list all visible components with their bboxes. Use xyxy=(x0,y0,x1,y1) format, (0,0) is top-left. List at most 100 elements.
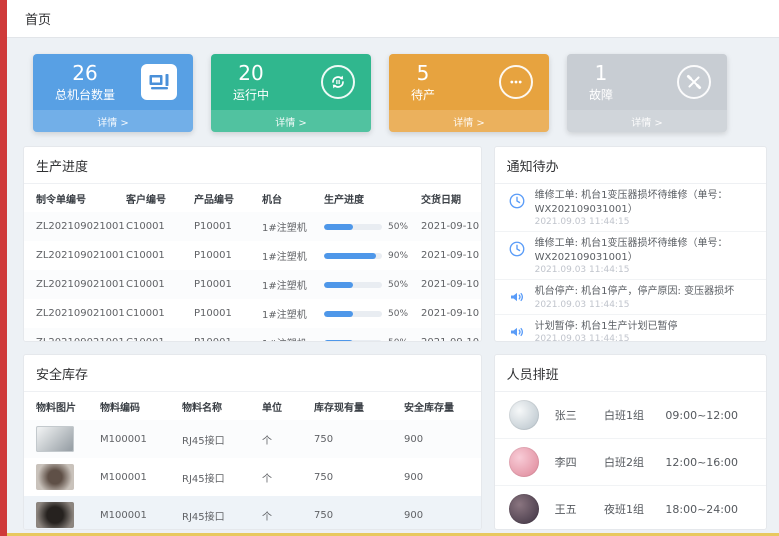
panel-title: 安全库存 xyxy=(24,355,481,392)
cell-date: 2021-09-10 xyxy=(417,328,482,342)
cell-product: P10001 xyxy=(190,241,258,270)
table-row[interactable]: ZL202109021001 C10001 P10001 1#注塑机 50% 2… xyxy=(24,299,482,328)
stat-cards: 26 总机台数量 详情 > xyxy=(23,52,767,132)
card-detail-link[interactable]: 详情 > xyxy=(33,110,193,132)
table-row[interactable]: ZL202109021001 C10001 P10001 1#注塑机 50% 2… xyxy=(24,212,482,241)
cell-date: 2021-09-10 xyxy=(417,270,482,299)
cell-current-stock: 750 xyxy=(310,496,400,530)
material-image xyxy=(36,502,74,528)
card-label: 运行中 xyxy=(233,86,269,103)
table-header-row: 物料图片 物料编码 物料名称 单位 库存现有量 安全库存量 xyxy=(24,392,482,420)
notification-body: 维修工单: 机台1变压器损坏待维修（单号：WX202109031001） 202… xyxy=(535,189,754,227)
cell-order: ZL202109021001 xyxy=(24,212,122,241)
progress-cell: 50% xyxy=(324,309,413,319)
staff-time: 12:00~16:00 xyxy=(665,456,752,469)
staff-row: 张三 白班1组 09:00~12:00 xyxy=(495,392,766,439)
cell-material-code: M100001 xyxy=(96,496,178,530)
progress-label: 90% xyxy=(388,251,408,261)
notification-time: 2021.09.03 11:44:15 xyxy=(535,217,754,227)
cell-material-name: RJ45接口 xyxy=(178,496,258,530)
table-row[interactable]: ZL202109021001 C10001 P10001 1#注塑机 90% 2… xyxy=(24,241,482,270)
dashboard-content: 26 总机台数量 详情 > xyxy=(7,38,779,533)
notification-item[interactable]: 机台停产: 机台1停产，停产原因: 变压器损坏 2021.09.03 11:44… xyxy=(495,280,766,315)
staff-shift: 白班1组 xyxy=(604,407,665,423)
cell-product: P10001 xyxy=(190,270,258,299)
notification-item[interactable]: 维修工单: 机台1变压器损坏待维修（单号：WX202109031001） 202… xyxy=(495,232,766,280)
col-material-image: 物料图片 xyxy=(24,392,96,420)
notification-text: 计划暂停: 机台1生产计划已暂停 xyxy=(535,320,678,334)
card-running[interactable]: 20 运行中 详情 > xyxy=(211,54,371,132)
panel-title: 通知待办 xyxy=(495,147,766,184)
dashboard-page: 首页 26 总机台数量 xyxy=(7,0,779,533)
cell-unit: 个 xyxy=(258,458,310,496)
card-detail-link[interactable]: 详情 > xyxy=(389,110,549,132)
safety-stock-panel: 安全库存 物料图片 物料编码 物料名称 单位 库存现有量 安全库存量 xyxy=(23,354,482,530)
progress-cell: 50% xyxy=(324,280,413,290)
cell-safety-stock: 900 xyxy=(400,496,482,530)
speaker-icon xyxy=(507,322,527,342)
cell-machine: 1#注塑机 xyxy=(258,328,320,342)
top-tab-bar: 首页 xyxy=(7,0,779,38)
tab-home[interactable]: 首页 xyxy=(25,9,51,28)
staff-row: 李四 白班2组 12:00~16:00 xyxy=(495,439,766,486)
col-machine: 机台 xyxy=(258,184,320,212)
progress-track xyxy=(324,282,382,288)
cell-material-code: M100001 xyxy=(96,420,178,458)
progress-cell: 90% xyxy=(324,251,413,261)
card-value: 26 xyxy=(55,62,115,84)
material-image xyxy=(36,464,74,490)
card-total-machines[interactable]: 26 总机台数量 详情 > xyxy=(33,54,193,132)
staff-time: 18:00~24:00 xyxy=(665,503,752,516)
cell-order: ZL202109021001 xyxy=(24,241,122,270)
notification-body: 机台停产: 机台1停产，停产原因: 变压器损坏 2021.09.03 11:44… xyxy=(535,285,734,310)
col-current-stock: 库存现有量 xyxy=(310,392,400,420)
staff-shift: 夜班1组 xyxy=(604,501,665,517)
col-material-name: 物料名称 xyxy=(178,392,258,420)
progress-label: 50% xyxy=(388,222,408,232)
progress-cell: 50% xyxy=(324,338,413,343)
notification-text: 维修工单: 机台1变压器损坏待维修（单号：WX202109031001） xyxy=(535,237,754,264)
table-row[interactable]: M100001 RJ45接口 个 750 900 xyxy=(24,496,482,530)
staff-schedule-panel: 人员排班 张三 白班1组 09:00~12:00 李四 白班2组 12:00~1… xyxy=(494,354,767,530)
notification-item[interactable]: 计划暂停: 机台1生产计划已暂停 2021.09.03 11:44:15 xyxy=(495,315,766,343)
cell-current-stock: 750 xyxy=(310,458,400,496)
progress-track xyxy=(324,340,382,343)
cell-date: 2021-09-10 xyxy=(417,241,482,270)
card-label: 故障 xyxy=(589,86,613,103)
col-unit: 单位 xyxy=(258,392,310,420)
cell-safety-stock: 900 xyxy=(400,420,482,458)
card-label: 总机台数量 xyxy=(55,86,115,103)
card-standby[interactable]: 5 待产 详情 > xyxy=(389,54,549,132)
card-fault[interactable]: 1 故障 详情 > xyxy=(567,54,727,132)
table-row[interactable]: M100001 RJ45接口 个 750 900 xyxy=(24,420,482,458)
card-running-text: 20 运行中 xyxy=(233,62,269,103)
table-row[interactable]: M100001 RJ45接口 个 750 900 xyxy=(24,458,482,496)
card-total-machines-text: 26 总机台数量 xyxy=(55,62,115,103)
machine-icon xyxy=(141,64,177,100)
progress-track xyxy=(324,253,382,259)
panels-row-2: 安全库存 物料图片 物料编码 物料名称 单位 库存现有量 安全库存量 xyxy=(23,354,767,530)
material-image xyxy=(36,426,74,452)
cell-safety-stock: 900 xyxy=(400,458,482,496)
speaker-icon xyxy=(507,287,527,307)
card-value: 5 xyxy=(411,62,435,84)
progress-bar xyxy=(324,224,353,230)
notification-body: 维修工单: 机台1变压器损坏待维修（单号：WX202109031001） 202… xyxy=(535,237,754,275)
cell-material-name: RJ45接口 xyxy=(178,458,258,496)
notification-item[interactable]: 维修工单: 机台1变压器损坏待维修（单号：WX202109031001） 202… xyxy=(495,184,766,232)
progress-label: 50% xyxy=(388,280,408,290)
production-table: 制令单编号 客户编号 产品编号 机台 生产进度 交货日期 ZL202109021… xyxy=(24,184,482,342)
cell-order: ZL202109021001 xyxy=(24,270,122,299)
card-detail-link[interactable]: 详情 > xyxy=(567,110,727,132)
notification-body: 计划暂停: 机台1生产计划已暂停 2021.09.03 11:44:15 xyxy=(535,320,678,343)
card-detail-link[interactable]: 详情 > xyxy=(211,110,371,132)
cell-product: P10001 xyxy=(190,328,258,342)
staff-time: 09:00~12:00 xyxy=(665,409,752,422)
progress-label: 50% xyxy=(388,309,408,319)
table-row[interactable]: ZL202109021001 C10001 P10001 1#注塑机 50% 2… xyxy=(24,328,482,342)
card-fault-body: 1 故障 xyxy=(567,54,727,110)
notification-text: 机台停产: 机台1停产，停产原因: 变压器损坏 xyxy=(535,285,734,299)
table-row[interactable]: ZL202109021001 C10001 P10001 1#注塑机 50% 2… xyxy=(24,270,482,299)
cell-customer: C10001 xyxy=(122,328,190,342)
col-customer-no: 客户编号 xyxy=(122,184,190,212)
